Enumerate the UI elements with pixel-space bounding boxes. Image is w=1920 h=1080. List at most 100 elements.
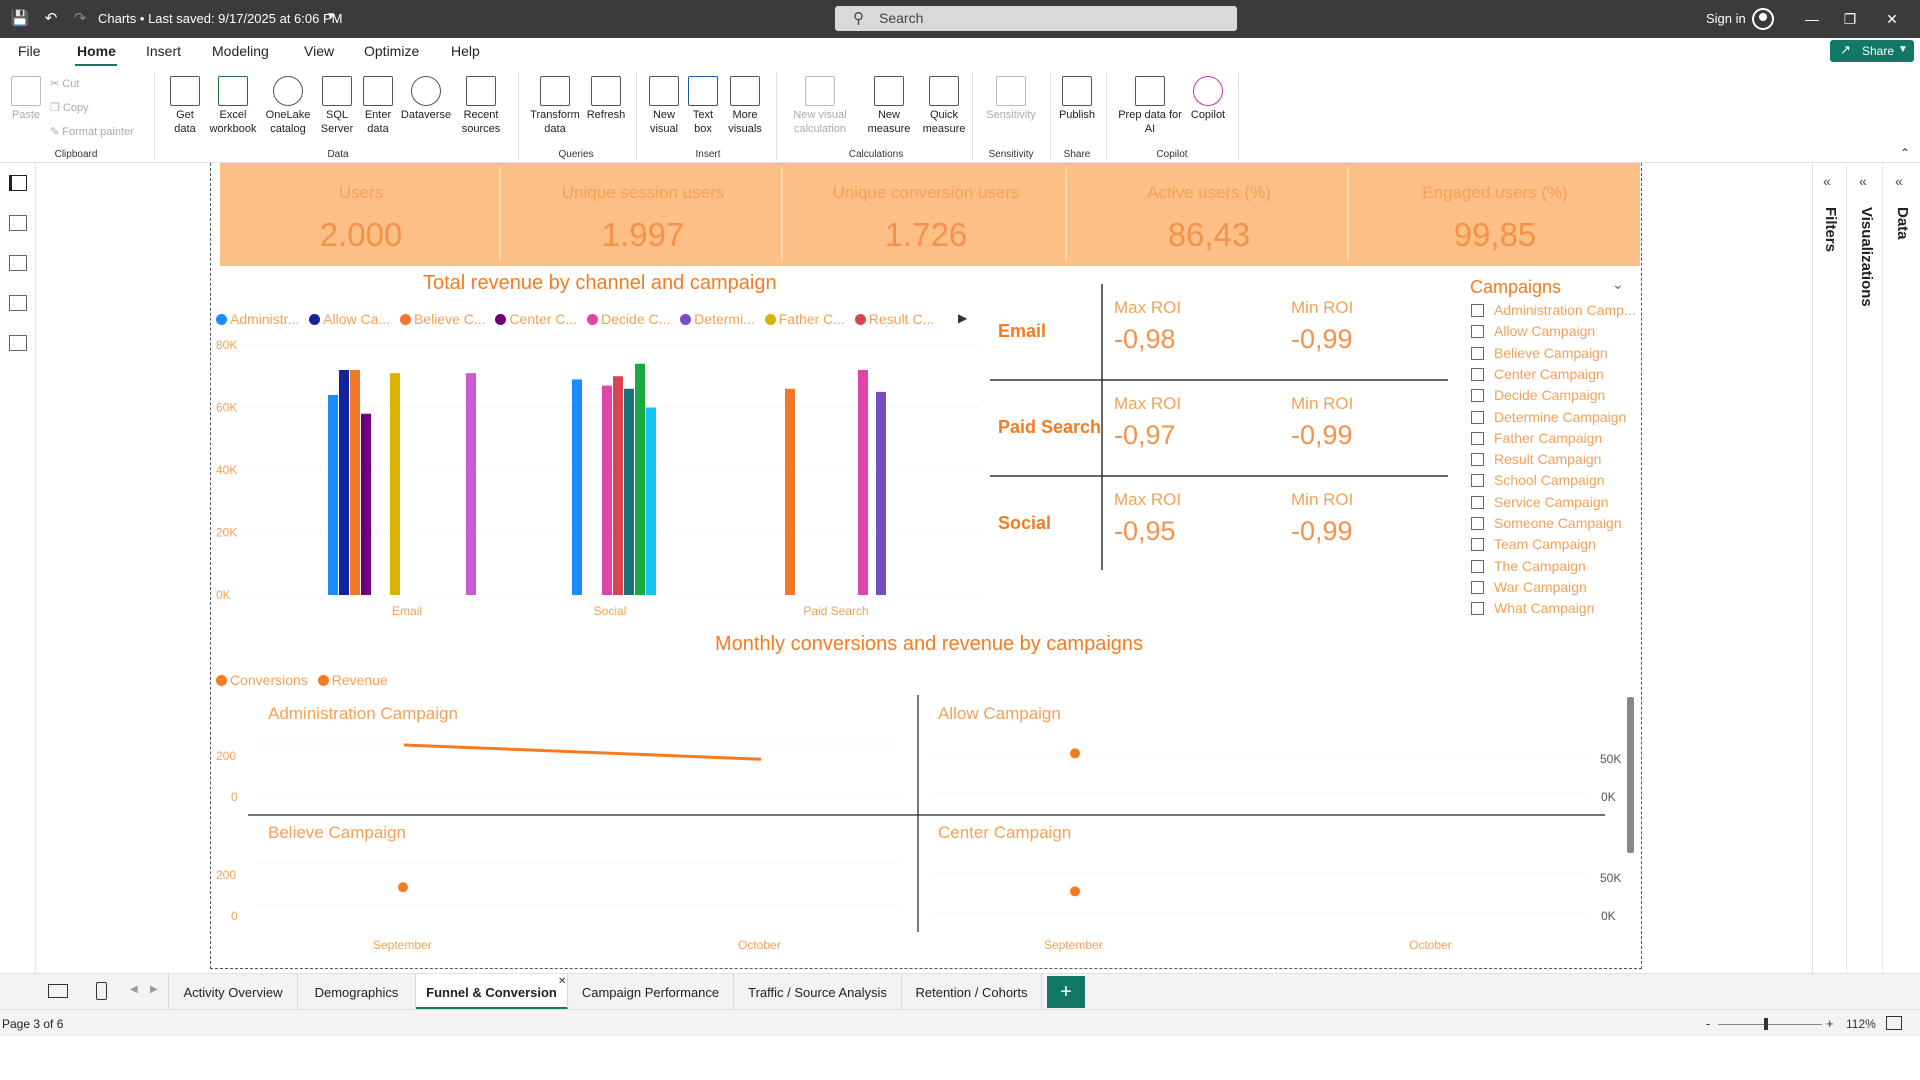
dax-query-view-icon[interactable]	[9, 295, 27, 311]
checkbox[interactable]	[1471, 517, 1484, 530]
bar[interactable]	[624, 388, 634, 595]
close-icon[interactable]: ✕	[1880, 9, 1904, 29]
title-dropdown-icon[interactable]: ▼	[326, 11, 336, 22]
legend-item[interactable]: Believe C...	[399, 311, 486, 327]
expand-data-icon[interactable]: «	[1895, 173, 1903, 189]
tab-modeling[interactable]: Modeling	[212, 43, 269, 59]
get-data-button[interactable]: Get data	[164, 76, 206, 136]
page-tab-funnel-conversion[interactable]: Funnel & Conversion	[416, 974, 568, 1010]
undo-icon[interactable]: ↶	[41, 9, 61, 29]
data-point[interactable]	[1070, 748, 1080, 759]
slicer-item[interactable]: Center Campaign	[1471, 366, 1604, 382]
transform-data-button[interactable]: Transform data	[526, 76, 584, 136]
account-avatar-icon[interactable]	[1752, 8, 1774, 30]
tab-home[interactable]: Home	[77, 43, 116, 59]
save-icon[interactable]: 💾	[10, 9, 30, 29]
kpi-active-users[interactable]: Active users (%) 86,43	[1068, 163, 1350, 266]
page-tab-traffic-source[interactable]: Traffic / Source Analysis	[734, 974, 902, 1010]
sql-server-button[interactable]: SQL Server	[316, 76, 358, 136]
slicer-item[interactable]: Allow Campaign	[1471, 323, 1595, 339]
slicer-item[interactable]: Someone Campaign	[1471, 515, 1622, 531]
slicer-item[interactable]: Result Campaign	[1471, 451, 1601, 467]
table-view-icon[interactable]	[9, 215, 27, 231]
checkbox[interactable]	[1471, 453, 1484, 467]
legend-item[interactable]: Decide C...	[587, 311, 670, 327]
kpi-unique-conversion-users[interactable]: Unique conversion users 1.726	[784, 163, 1068, 266]
restore-icon[interactable]: ❐	[1838, 9, 1862, 29]
text-box-button[interactable]: Text box	[686, 76, 720, 136]
kpi-engaged-users[interactable]: Engaged users (%) 99,85	[1350, 163, 1640, 266]
tab-insert[interactable]: Insert	[146, 43, 181, 59]
legend-item[interactable]: Revenue	[317, 672, 388, 688]
tab-view[interactable]: View	[304, 43, 334, 59]
close-tab-icon[interactable]: ✕	[558, 976, 566, 987]
collapse-ribbon-icon[interactable]: ⌃	[1900, 146, 1910, 160]
expand-filters-icon[interactable]: «	[1823, 173, 1831, 189]
slicer-item[interactable]: Administration Camp...	[1471, 302, 1636, 318]
copilot-button[interactable]: Copilot	[1184, 76, 1232, 122]
legend-item[interactable]: Center C...	[495, 311, 577, 327]
bar[interactable]	[350, 370, 360, 595]
slicer-item[interactable]: Determine Campaign	[1471, 409, 1626, 425]
bar[interactable]	[785, 388, 795, 595]
more-visuals-button[interactable]: More visuals	[722, 76, 768, 136]
checkbox[interactable]	[1471, 325, 1484, 339]
slicer-item[interactable]: War Campaign	[1471, 579, 1587, 595]
bar[interactable]	[613, 376, 623, 595]
cut-button[interactable]: ✂ Cut	[50, 77, 79, 90]
bar[interactable]	[466, 373, 476, 595]
add-page-button[interactable]: +	[1047, 976, 1085, 1008]
page-tab-activity-overview[interactable]: Activity Overview	[168, 974, 298, 1010]
tab-optimize[interactable]: Optimize	[364, 43, 419, 59]
bar[interactable]	[602, 385, 612, 595]
roi-row-paid-search[interactable]: Paid Search	[998, 417, 1101, 438]
slicer-item[interactable]: Father Campaign	[1471, 430, 1602, 446]
series-line[interactable]	[403, 743, 762, 761]
bar[interactable]	[390, 373, 400, 595]
new-visual-calculation-button[interactable]: New visual calculation	[784, 76, 856, 136]
data-point[interactable]	[398, 882, 408, 893]
sign-in-link[interactable]: Sign in	[1706, 11, 1746, 26]
checkbox[interactable]	[1471, 602, 1484, 616]
tab-file[interactable]: File	[18, 43, 41, 59]
share-button[interactable]: ↗ Share ▼	[1830, 40, 1914, 62]
paste-button[interactable]: Paste	[8, 76, 44, 122]
page-tab-demographics[interactable]: Demographics	[298, 974, 416, 1010]
window-title[interactable]: Charts • Last saved: 9/17/2025 at 6:06 P…	[98, 11, 342, 26]
checkbox[interactable]	[1471, 431, 1484, 445]
minimize-icon[interactable]: —	[1800, 9, 1824, 29]
bar[interactable]	[876, 391, 886, 595]
chevron-down-icon[interactable]: ⌄	[1612, 276, 1624, 293]
new-visual-button[interactable]: New visual	[644, 76, 684, 136]
checkbox[interactable]	[1471, 495, 1484, 509]
prev-page-icon[interactable]: ◀	[130, 984, 138, 995]
mobile-layout-icon[interactable]	[96, 982, 107, 1000]
legend-item[interactable]: Administr...	[216, 311, 299, 327]
expand-visualizations-icon[interactable]: «	[1859, 173, 1867, 189]
slicer-item[interactable]: Believe Campaign	[1471, 345, 1608, 361]
filters-pane[interactable]: « Filters	[1813, 163, 1847, 973]
legend-item[interactable]: Conversions	[216, 672, 308, 688]
checkbox[interactable]	[1471, 559, 1484, 573]
checkbox[interactable]	[1471, 538, 1484, 552]
checkbox[interactable]	[1471, 580, 1484, 594]
bar[interactable]	[646, 407, 656, 596]
zoom-slider[interactable]	[1718, 1024, 1822, 1025]
roi-row-social[interactable]: Social	[998, 513, 1051, 534]
legend-item[interactable]: Determi...	[680, 311, 755, 327]
search-input[interactable]: ⚲ Search	[835, 6, 1237, 31]
next-page-icon[interactable]: ▶	[150, 984, 158, 995]
publish-button[interactable]: Publish	[1054, 76, 1100, 122]
prep-data-for-ai-button[interactable]: Prep data for AI	[1112, 76, 1188, 136]
sensitivity-button[interactable]: Sensitivity	[980, 76, 1042, 122]
excel-workbook-button[interactable]: Excel workbook	[206, 76, 260, 136]
zoom-slider-thumb[interactable]	[1764, 1018, 1768, 1030]
kpi-unique-session-users[interactable]: Unique session users 1.997	[502, 163, 784, 266]
bar[interactable]	[635, 363, 645, 595]
page-tab-retention-cohorts[interactable]: Retention / Cohorts	[902, 974, 1042, 1010]
checkbox[interactable]	[1471, 389, 1484, 403]
slicer-item[interactable]: School Campaign	[1471, 472, 1605, 488]
bar[interactable]	[572, 379, 582, 595]
roi-row-email[interactable]: Email	[998, 321, 1046, 342]
visualizations-pane[interactable]: « Visualizations	[1849, 163, 1883, 973]
